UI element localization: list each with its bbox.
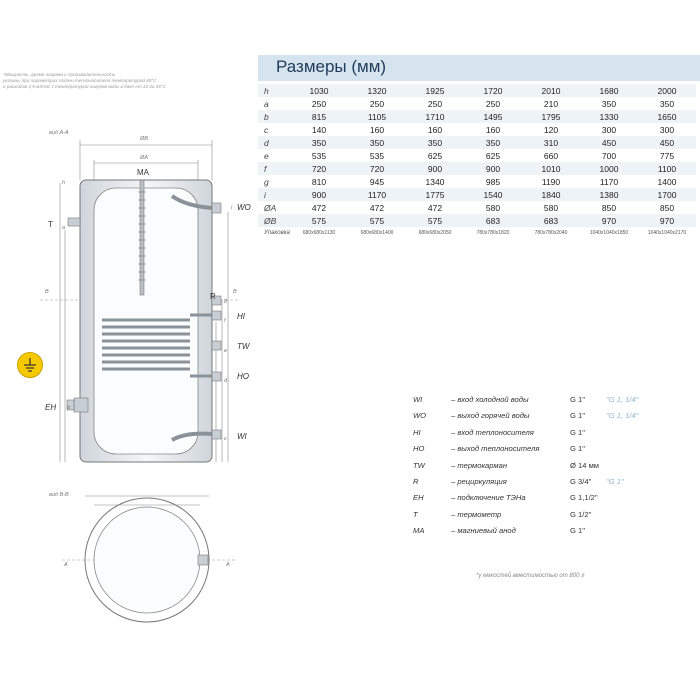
section-marker-a-left: B <box>45 289 49 295</box>
legend-code: TW <box>413 460 425 470</box>
legend-alt-thread: "G 1" <box>606 476 624 486</box>
legend-description: – вход теплоносителя <box>451 427 534 437</box>
legend-description: – вход холодной воды <box>451 395 529 404</box>
footnote: *у емкостей вместимостью от 800 л <box>476 573 585 579</box>
legend-row: TW – термокарман Ø 14 мм <box>413 461 673 477</box>
legend-row: WI – вход холодной воды G 1" "G 1, 1/4" <box>413 395 673 411</box>
dim-h: h <box>62 180 66 186</box>
dim-i: i <box>231 205 233 211</box>
dim-d: d <box>224 378 228 384</box>
legend-code: WI <box>413 395 423 404</box>
label-wi: WI <box>237 432 247 441</box>
label-oa: ØA <box>140 155 148 161</box>
section-aa-label: вид А-А <box>49 130 69 136</box>
legend-row: T – термометр G 1/2" <box>413 510 673 526</box>
legend-description: – подключение ТЭНа <box>451 493 526 503</box>
legend-code: HI <box>413 427 421 437</box>
label-t: T <box>48 220 53 229</box>
connections-legend: WI – вход холодной воды G 1" "G 1, 1/4" WO – … <box>413 395 673 543</box>
legend-row: R – рециркуляция G 3/4" "G 1" <box>413 477 673 493</box>
legend-description: – рециркуляция <box>451 476 507 486</box>
legend-code: R <box>413 476 419 486</box>
legend-thread: Ø 14 мм <box>570 460 600 470</box>
legend-description: – термокарман <box>451 460 508 470</box>
legend-code: WO <box>413 411 427 421</box>
label-ma: MA <box>137 168 149 177</box>
section-marker-b-left: A <box>64 562 68 568</box>
legend-thread: G 1" <box>570 395 585 404</box>
label-r: R <box>210 292 216 301</box>
legend-row: MA – магниевый анод G 1" <box>413 526 673 542</box>
label-wo: WO <box>237 203 251 212</box>
legend-row: WO – выход горячей воды G 1" "G 1, 1/4" <box>413 411 673 427</box>
label-tw: TW <box>237 342 250 351</box>
legend-description: – магниевый анод <box>451 526 516 536</box>
legend-alt-thread: "G 1, 1/4" <box>606 411 639 421</box>
legend-code: T <box>413 509 418 519</box>
legend-thread: G 1/2" <box>570 509 592 519</box>
magnesium-anode <box>139 179 145 296</box>
section-marker-a-right: B <box>233 289 237 295</box>
legend-description: – термометр <box>451 509 502 519</box>
dim-a: a <box>62 225 66 231</box>
ground-icon <box>17 352 43 378</box>
legend-description: – выход теплоносителя <box>451 444 540 454</box>
section-bb-label: вид В-В <box>49 492 69 498</box>
legend-thread: G 1" <box>570 427 585 437</box>
legend-row: EH – подключение ТЭНа G 1,1/2" <box>413 493 673 509</box>
legend-row: HO – выход теплоносителя G 1" <box>413 444 673 460</box>
dim-g: g <box>224 298 228 304</box>
label-ho: HO <box>237 372 249 381</box>
legend-row: HI – вход теплоносителя G 1" <box>413 428 673 444</box>
label-hi: HI <box>237 312 245 321</box>
legend-thread: G 1" <box>570 444 585 454</box>
label-eh: EH <box>45 403 57 412</box>
dim-c: c <box>224 436 227 442</box>
section-marker-b-right: A <box>226 562 230 568</box>
legend-alt-thread: "G 1, 1/4" <box>606 395 639 404</box>
tank-drawing <box>40 140 240 623</box>
ground-symbol-icon <box>24 358 36 372</box>
legend-thread: G 3/4" <box>570 476 592 486</box>
legend-thread: G 1" <box>570 526 585 536</box>
legend-code: EH <box>413 493 424 503</box>
legend-code: HO <box>413 444 425 454</box>
legend-description: – выход горячей воды <box>451 411 530 421</box>
label-ob: ØB <box>140 136 148 142</box>
legend-code: MA <box>413 526 425 536</box>
dim-b: b <box>67 405 71 411</box>
dim-e: e <box>224 348 228 354</box>
section-bb-view <box>62 495 236 623</box>
legend-thread: G 1" <box>570 411 585 421</box>
legend-thread: G 1,1/2" <box>570 493 598 503</box>
dim-f: f <box>224 318 226 324</box>
